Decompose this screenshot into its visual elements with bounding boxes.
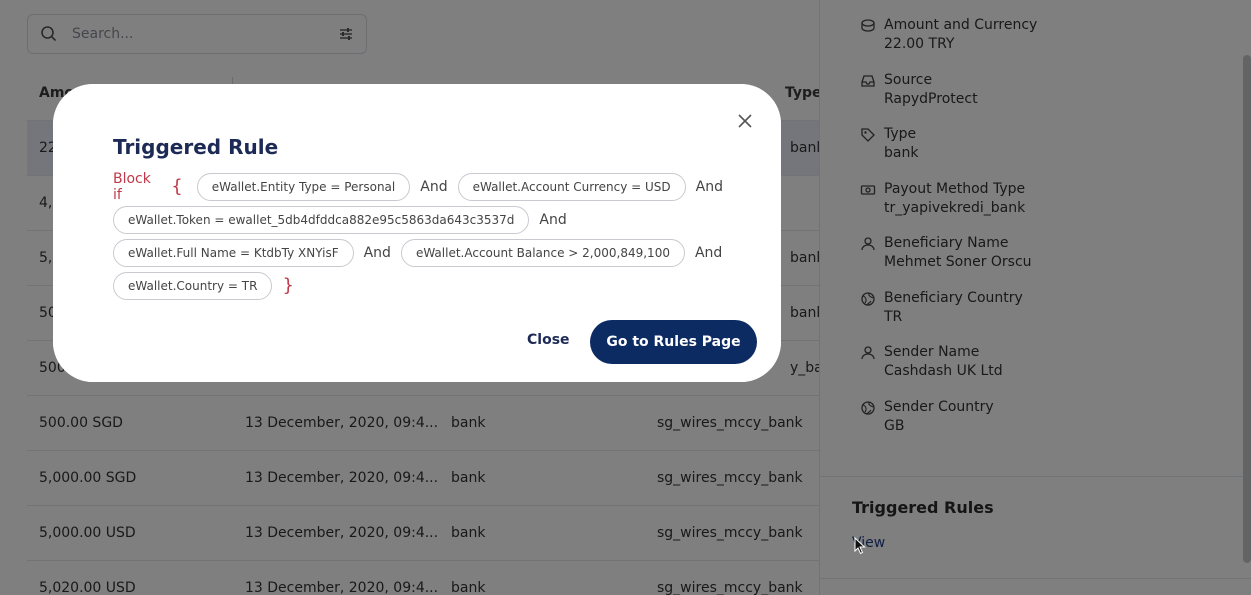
and-operator: And [363, 244, 391, 261]
condition-chip: eWallet.Account Currency = USD [457, 172, 686, 201]
close-icon[interactable] [735, 111, 755, 131]
modal-title: Triggered Rule [113, 135, 279, 159]
and-operator: And [539, 211, 567, 228]
close-brace: } [282, 275, 294, 296]
mouse-cursor-icon [854, 537, 866, 555]
condition-chip: eWallet.Country = TR [113, 271, 273, 300]
and-operator: And [695, 178, 723, 195]
triggered-rule-modal: Triggered Rule Block if { eWallet.Entity… [53, 84, 781, 382]
block-if-keyword: Block if [113, 170, 151, 203]
and-operator: And [420, 178, 448, 195]
close-button[interactable]: Close [527, 332, 570, 348]
open-brace: { [171, 176, 183, 197]
condition-chip: eWallet.Full Name = KtdbTy XNYisF [113, 238, 354, 267]
rule-expression: Block if { eWallet.Entity Type = Persona… [113, 170, 733, 302]
condition-chip: eWallet.Token = ewallet_5db4dfddca882e95… [113, 205, 530, 234]
condition-chip: eWallet.Account Balance > 2,000,849,100 [400, 238, 685, 267]
and-operator: And [694, 244, 723, 261]
go-to-rules-page-button[interactable]: Go to Rules Page [590, 320, 757, 364]
condition-chip: eWallet.Entity Type = Personal [196, 172, 411, 201]
